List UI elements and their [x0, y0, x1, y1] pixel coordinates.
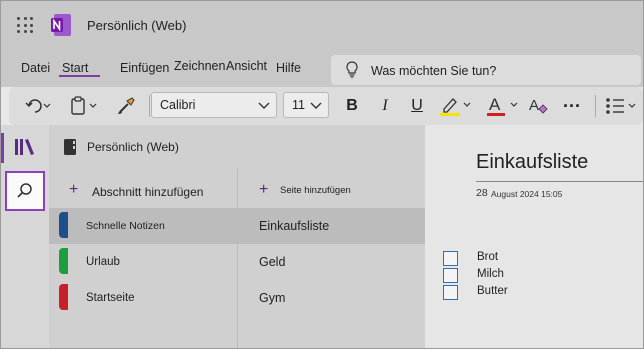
- tab-datei[interactable]: Datei: [21, 61, 50, 75]
- add-section-label: Abschnitt hinzufügen: [92, 185, 204, 199]
- section-label: Startseite: [86, 292, 135, 304]
- clear-formatting-icon: A: [529, 97, 548, 114]
- notebook-header[interactable]: Persönlich (Web): [49, 125, 425, 169]
- chevron-down-icon: [258, 102, 270, 109]
- todo-text[interactable]: Brot: [477, 251, 498, 263]
- add-section-button[interactable]: + Abschnitt hinzufügen: [49, 169, 237, 207]
- notebook-title: Persönlich (Web): [87, 140, 179, 154]
- notebook-icon: [64, 139, 76, 155]
- underline-button[interactable]: U: [407, 93, 427, 119]
- section-color-tab: [59, 248, 68, 274]
- left-rail: [1, 125, 49, 348]
- onenote-logo-icon: [51, 14, 71, 36]
- active-tab-indicator: [59, 75, 100, 77]
- title-underline: [476, 181, 643, 182]
- section-label: Urlaub: [86, 256, 120, 268]
- paste-button[interactable]: [67, 93, 103, 119]
- format-painter-button[interactable]: [113, 93, 139, 119]
- tell-me-search[interactable]: Was möchten Sie tun?: [331, 55, 641, 85]
- more-options-button[interactable]: ···: [561, 93, 583, 119]
- notebooks-button[interactable]: [13, 137, 37, 162]
- highlighter-icon: [440, 98, 471, 116]
- bullets-button[interactable]: [603, 93, 641, 119]
- todo-text[interactable]: Milch: [477, 268, 504, 280]
- page-label: Geld: [259, 255, 286, 269]
- lightbulb-icon: [346, 61, 358, 78]
- todo-item: Milch: [443, 268, 643, 284]
- highlight-button[interactable]: [437, 93, 475, 119]
- rail-active-indicator: [1, 133, 4, 163]
- todo-checkbox[interactable]: [443, 268, 458, 283]
- bold-button[interactable]: B: [341, 93, 363, 119]
- notebooks-library-icon: [15, 139, 34, 155]
- section-item-urlaub[interactable]: Urlaub: [49, 244, 237, 280]
- todo-checkbox[interactable]: [443, 285, 458, 300]
- section-color-tab: [59, 212, 68, 238]
- todo-item: Butter: [443, 285, 643, 301]
- page-title[interactable]: Einkaufsliste: [476, 151, 588, 174]
- tab-einfuegen[interactable]: Einfügen: [120, 61, 169, 75]
- undo-button[interactable]: [21, 93, 55, 119]
- tab-start[interactable]: Start: [62, 61, 88, 75]
- section-item-schnelle-notizen[interactable]: Schnelle Notizen: [49, 208, 237, 244]
- toolbar-separator: [595, 95, 596, 117]
- section-color-tab: [59, 284, 68, 310]
- add-page-label: Seite hinzufügen: [280, 185, 351, 196]
- svg-text:A: A: [529, 97, 539, 114]
- font-family-value: Calibri: [160, 98, 196, 112]
- app-launcher-icon[interactable]: [17, 17, 33, 33]
- page-date-day: 28: [476, 187, 488, 199]
- font-size-dropdown[interactable]: 11: [283, 92, 329, 118]
- search-button[interactable]: [5, 171, 45, 211]
- paintbrush-icon: [118, 97, 135, 114]
- font-size-value: 11: [292, 98, 305, 112]
- page-date-time: August 2024 15:05: [491, 189, 563, 199]
- plus-icon: +: [69, 181, 79, 198]
- chevron-down-icon: [310, 102, 322, 109]
- tab-ansicht[interactable]: Ansicht: [226, 59, 267, 73]
- app-title: Persönlich (Web): [87, 18, 187, 33]
- add-page-button[interactable]: + Seite hinzufügen: [238, 169, 425, 207]
- toolbar-separator: [149, 95, 150, 117]
- pages-panel: + Seite hinzufügen Einkaufsliste Geld Gy…: [237, 169, 426, 348]
- font-family-dropdown[interactable]: Calibri: [151, 92, 277, 118]
- ribbon-tabs: Datei Start Einfügen Zeichnen Ansicht Hi…: [1, 51, 643, 87]
- clipboard-icon: [71, 96, 97, 115]
- todo-item: Brot: [443, 251, 643, 267]
- section-item-startseite[interactable]: Startseite: [49, 280, 237, 316]
- search-icon: [17, 183, 32, 198]
- section-label: Schnelle Notizen: [86, 220, 165, 232]
- page-label: Einkaufsliste: [259, 219, 330, 233]
- page-item-gym[interactable]: Gym: [238, 280, 426, 316]
- tab-hilfe[interactable]: Hilfe: [276, 61, 301, 75]
- plus-icon: +: [259, 181, 269, 198]
- page-canvas[interactable]: Einkaufsliste 28 August 2024 15:05 Brot …: [425, 125, 643, 348]
- page-label: Gym: [259, 291, 286, 305]
- home-toolbar: Calibri 11 B I U A A ···: [9, 87, 643, 125]
- tab-zeichnen[interactable]: Zeichnen: [174, 59, 225, 73]
- italic-button[interactable]: I: [375, 93, 395, 119]
- font-color-icon: A: [487, 95, 518, 116]
- bullet-list-icon: [606, 98, 636, 114]
- sections-panel: + Abschnitt hinzufügen Schnelle Notizen …: [49, 169, 237, 348]
- svg-text:A: A: [489, 95, 501, 114]
- page-item-geld[interactable]: Geld: [238, 244, 426, 280]
- title-bar: Persönlich (Web): [1, 1, 643, 51]
- page-item-einkaufsliste[interactable]: Einkaufsliste: [238, 208, 426, 244]
- clear-formatting-button[interactable]: A: [527, 93, 549, 119]
- todo-checkbox[interactable]: [443, 251, 458, 266]
- font-color-button[interactable]: A: [483, 93, 523, 119]
- todo-text[interactable]: Butter: [477, 285, 508, 297]
- undo-icon: [25, 99, 51, 113]
- tell-me-placeholder: Was möchten Sie tun?: [371, 64, 497, 78]
- onenote-window: Persönlich (Web) Datei Start Einfügen Ze…: [0, 0, 644, 349]
